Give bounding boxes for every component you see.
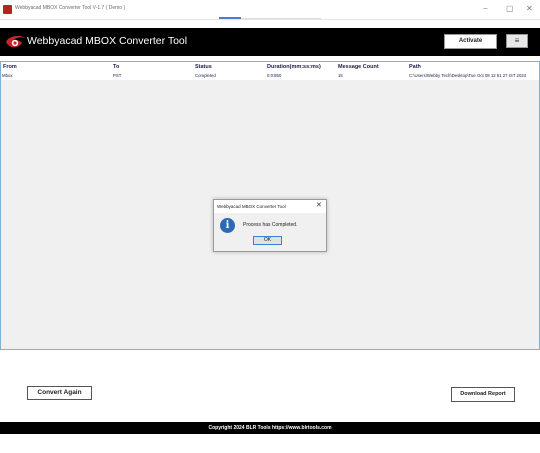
menu-icon[interactable]: ≡ (506, 34, 528, 48)
column-header-from[interactable]: From (3, 64, 17, 70)
window-title: Webbyacad MBOX Converter Tool V-1.7 ( De… (15, 5, 126, 11)
download-report-button[interactable]: Download Report (451, 387, 515, 402)
cell-to: PST (113, 73, 122, 78)
column-header-status[interactable]: Status (195, 64, 212, 70)
brand-title: Webbyacad MBOX Converter Tool (27, 35, 188, 47)
dialog-close-icon[interactable]: ✕ (316, 202, 322, 210)
footer: Copyright 2024 BLR Tools https://www.blr… (0, 422, 540, 434)
column-header-message-count[interactable]: Message Count (338, 64, 379, 70)
window-titlebar: Webbyacad MBOX Converter Tool V-1.7 ( De… (0, 0, 540, 20)
app-icon (3, 5, 12, 14)
cell-status: Completed (195, 73, 216, 78)
title-progress-track (241, 17, 321, 19)
column-header-path[interactable]: Path (409, 64, 421, 70)
dialog-message: Process has Completed. (243, 222, 298, 228)
copyright-text: Copyright 2024 BLR Tools https://www.blr… (208, 425, 332, 431)
convert-again-button[interactable]: Convert Again (27, 386, 92, 400)
dialog-title: Webbyacad MBOX Converter Tool (217, 204, 286, 209)
completion-dialog: Webbyacad MBOX Converter Tool ✕ i Proces… (213, 199, 327, 252)
maximize-icon[interactable]: ▢ (506, 4, 514, 14)
table-row[interactable]: Mbox PST Completed 0:0:850 15 C:\Users\W… (1, 72, 539, 80)
cell-message-count: 15 (338, 73, 343, 78)
column-header-duration[interactable]: Duration(mm:ss:ms) (267, 64, 321, 70)
ok-button[interactable]: OK (253, 236, 282, 245)
cell-duration: 0:0:850 (267, 73, 282, 78)
dialog-titlebar: Webbyacad MBOX Converter Tool ✕ (214, 200, 326, 213)
cell-from: Mbox (2, 73, 13, 78)
info-icon: i (220, 218, 235, 233)
close-icon[interactable]: ✕ (526, 4, 533, 14)
logo-icon (6, 35, 25, 48)
cell-path: C:\Users\Webby Tech\Desktop\Tue Oct 08 1… (409, 73, 527, 78)
activate-button[interactable]: Activate (444, 34, 497, 49)
column-header-to[interactable]: To (113, 64, 119, 70)
title-progress-indicator (219, 17, 241, 19)
minimize-icon[interactable]: − (483, 4, 488, 14)
